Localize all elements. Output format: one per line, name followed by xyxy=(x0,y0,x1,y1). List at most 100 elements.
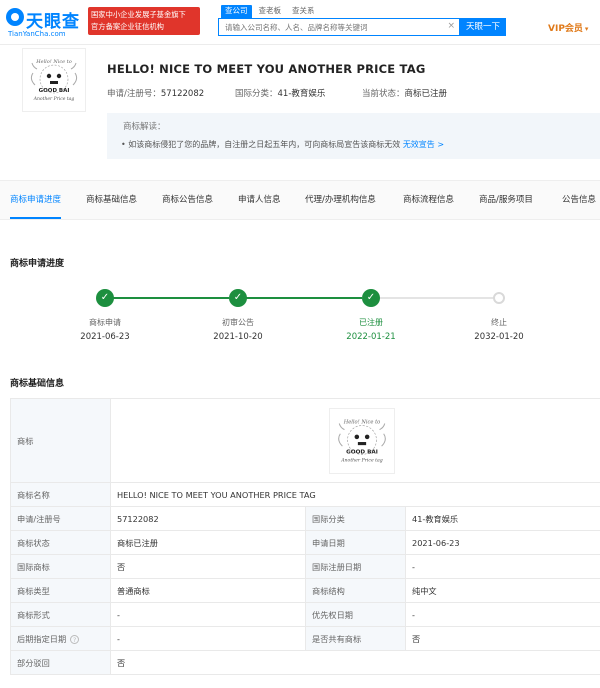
table-row: 部分驳回 否 xyxy=(10,650,600,675)
table-value: 否 xyxy=(405,626,600,651)
step-check-icon: ✓ xyxy=(362,289,380,307)
trademark-thumbnail[interactable]: Hello! Nice to GOOD BAI Another Price ta… xyxy=(22,48,86,112)
search-tab-boss[interactable]: 查老板 xyxy=(255,5,286,19)
search-button[interactable]: 天眼一下 xyxy=(460,18,506,36)
table-row: 商标形式 - 优先权日期 - xyxy=(10,602,600,627)
search-tab-company[interactable]: 查公司 xyxy=(221,5,252,19)
table-key: 国际注册日期 xyxy=(305,554,406,579)
reg-number-label: 申请/注册号： xyxy=(107,89,161,99)
step-date: 2022-01-21 xyxy=(346,332,396,342)
basic-info-section-title: 商标基础信息 xyxy=(10,379,65,389)
detail-tabs: 商标申请进度 商标基础信息 商标公告信息 申请人信息 代理/办理机构信息 商标流… xyxy=(0,180,600,220)
tab-agency-info[interactable]: 代理/办理机构信息 xyxy=(305,181,376,219)
tab-goods-services[interactable]: 商品/服务项目 xyxy=(479,181,533,219)
tab-application-progress[interactable]: 商标申请进度 xyxy=(10,181,62,219)
site-logo[interactable]: 天眼查 TianYanCha.com xyxy=(6,6,86,40)
table-row: 商标状态 商标已注册 申请日期 2021-06-23 xyxy=(10,530,600,555)
official-banner[interactable]: 国家中小企业发展子基金旗下 官方备案企业征信机构 xyxy=(88,7,200,35)
table-key: 商标状态 xyxy=(10,530,111,555)
eye-logo-icon xyxy=(6,8,24,26)
vip-menu[interactable]: VIP会员 ▾ xyxy=(548,21,588,34)
logo-text-bottom: Another Price tag xyxy=(33,96,75,102)
class-meta: 国际分类：41-教育娱乐 xyxy=(235,87,325,99)
tab-announcement[interactable]: 公告信息 xyxy=(562,181,596,219)
trademark-logo-cell: Hello! Nice to GOOD BAI Another Price ta… xyxy=(110,398,600,483)
step-check-icon: ✓ xyxy=(96,289,114,307)
table-key: 申请/注册号 xyxy=(10,506,111,531)
progress-track-1 xyxy=(113,297,229,299)
table-key: 商标 xyxy=(10,398,111,483)
banner-line-2: 官方备案企业征信机构 xyxy=(91,22,164,31)
step-label: 终止 xyxy=(491,318,507,327)
step-label: 已注册 xyxy=(359,318,383,327)
table-key: 优先权日期 xyxy=(305,602,406,627)
reg-number-value: 57122082 xyxy=(160,89,205,99)
table-value: 否 xyxy=(110,650,600,675)
table-value: - xyxy=(110,602,306,627)
table-key: 后期指定日期 xyxy=(17,633,67,644)
table-row: 后期指定日期? - 是否共有商标 否 xyxy=(10,626,600,651)
table-row: 国际商标 否 国际注册日期 - xyxy=(10,554,600,579)
tab-basic-info[interactable]: 商标基础信息 xyxy=(86,181,137,219)
table-row: 商标名称 HELLO! NICE TO MEET YOU ANOTHER PRI… xyxy=(10,482,600,507)
step-label: 商标申请 xyxy=(89,318,121,327)
status-meta: 当前状态：商标已注册 xyxy=(362,87,447,99)
table-value: 否 xyxy=(110,554,306,579)
table-key: 部分驳回 xyxy=(10,650,111,675)
search-box: × xyxy=(218,18,460,36)
table-key: 商标形式 xyxy=(10,602,111,627)
clear-icon[interactable]: × xyxy=(447,21,455,31)
table-value: 商标已注册 xyxy=(110,530,306,555)
status-label: 当前状态： xyxy=(362,89,405,99)
logo-text: 天眼查 xyxy=(26,12,80,32)
table-value: 纯中文 xyxy=(405,578,600,603)
header-divider xyxy=(0,44,600,45)
table-value: - xyxy=(110,626,306,651)
help-icon[interactable]: ? xyxy=(70,634,80,644)
logo-text-mid: GOOD BAI xyxy=(39,88,70,94)
tab-announcement-info[interactable]: 商标公告信息 xyxy=(162,181,213,219)
vip-label: VIP会员 xyxy=(548,24,583,34)
table-row: 申请/注册号 57122082 国际分类 41-教育娱乐 xyxy=(10,506,600,531)
step-check-icon: ✓ xyxy=(229,289,247,307)
progress-track-2 xyxy=(246,297,362,299)
tab-process-info[interactable]: 商标流程信息 xyxy=(403,181,454,219)
table-key: 是否共有商标 xyxy=(305,626,406,651)
logo-subtitle: TianYanCha.com xyxy=(8,30,66,38)
status-value: 商标已注册 xyxy=(404,89,448,99)
table-key: 商标结构 xyxy=(305,578,406,603)
table-key: 申请日期 xyxy=(305,530,406,555)
reg-number-meta: 申请/注册号：57122082 xyxy=(107,87,204,99)
table-value: - xyxy=(405,554,600,579)
trademark-image[interactable]: Hello! Nice to GOOD BAI Another Price ta… xyxy=(329,407,395,474)
search-input[interactable] xyxy=(219,19,445,35)
class-value: 41-教育娱乐 xyxy=(277,89,326,99)
basic-info-table: 商标 Hello! Nice to GOOD BAI Another Price… xyxy=(10,398,600,675)
table-value: 普通商标 xyxy=(110,578,306,603)
search-tab-relation[interactable]: 查关系 xyxy=(288,5,319,19)
search-tabs: 查公司 查老板 查关系 xyxy=(221,5,322,19)
step-label: 初审公告 xyxy=(222,318,254,327)
table-key: 商标名称 xyxy=(10,482,111,507)
table-key-with-help: 后期指定日期? xyxy=(10,626,111,651)
class-label: 国际分类： xyxy=(235,89,278,99)
logo-text-mid: GOOD BAI xyxy=(346,449,378,455)
trademark-logo-image: Hello! Nice to GOOD BAI Another Price ta… xyxy=(30,59,78,102)
logo-text-bottom: Another Price tag xyxy=(340,457,383,463)
step-pending-icon xyxy=(493,292,505,304)
trademark-title: HELLO! NICE TO MEET YOU ANOTHER PRICE TA… xyxy=(107,62,426,76)
tab-applicant-info[interactable]: 申请人信息 xyxy=(238,181,281,219)
table-value: HELLO! NICE TO MEET YOU ANOTHER PRICE TA… xyxy=(110,482,600,507)
table-row: 商标 Hello! Nice to GOOD BAI Another Price… xyxy=(10,398,600,483)
progress-section-title: 商标申请进度 xyxy=(10,259,65,269)
notice-text: • 如该商标侵犯了您的品牌，自注册之日起五年内，可向商标局宣告该商标无效 无效宣… xyxy=(121,139,586,150)
table-value: - xyxy=(405,602,600,627)
chevron-down-icon: ▾ xyxy=(584,25,589,33)
notice-body: • 如该商标侵犯了您的品牌，自注册之日起五年内，可向商标局宣告该商标无效 xyxy=(121,140,403,149)
logo-text-top: Hello! Nice to xyxy=(343,419,381,425)
notice-title: 商标解读： xyxy=(123,122,166,132)
table-value: 57122082 xyxy=(110,506,306,531)
banner-line-1: 国家中小企业发展子基金旗下 xyxy=(91,10,186,19)
table-value: 41-教育娱乐 xyxy=(405,506,600,531)
invalidation-link[interactable]: 无效宣告 > xyxy=(403,140,444,149)
